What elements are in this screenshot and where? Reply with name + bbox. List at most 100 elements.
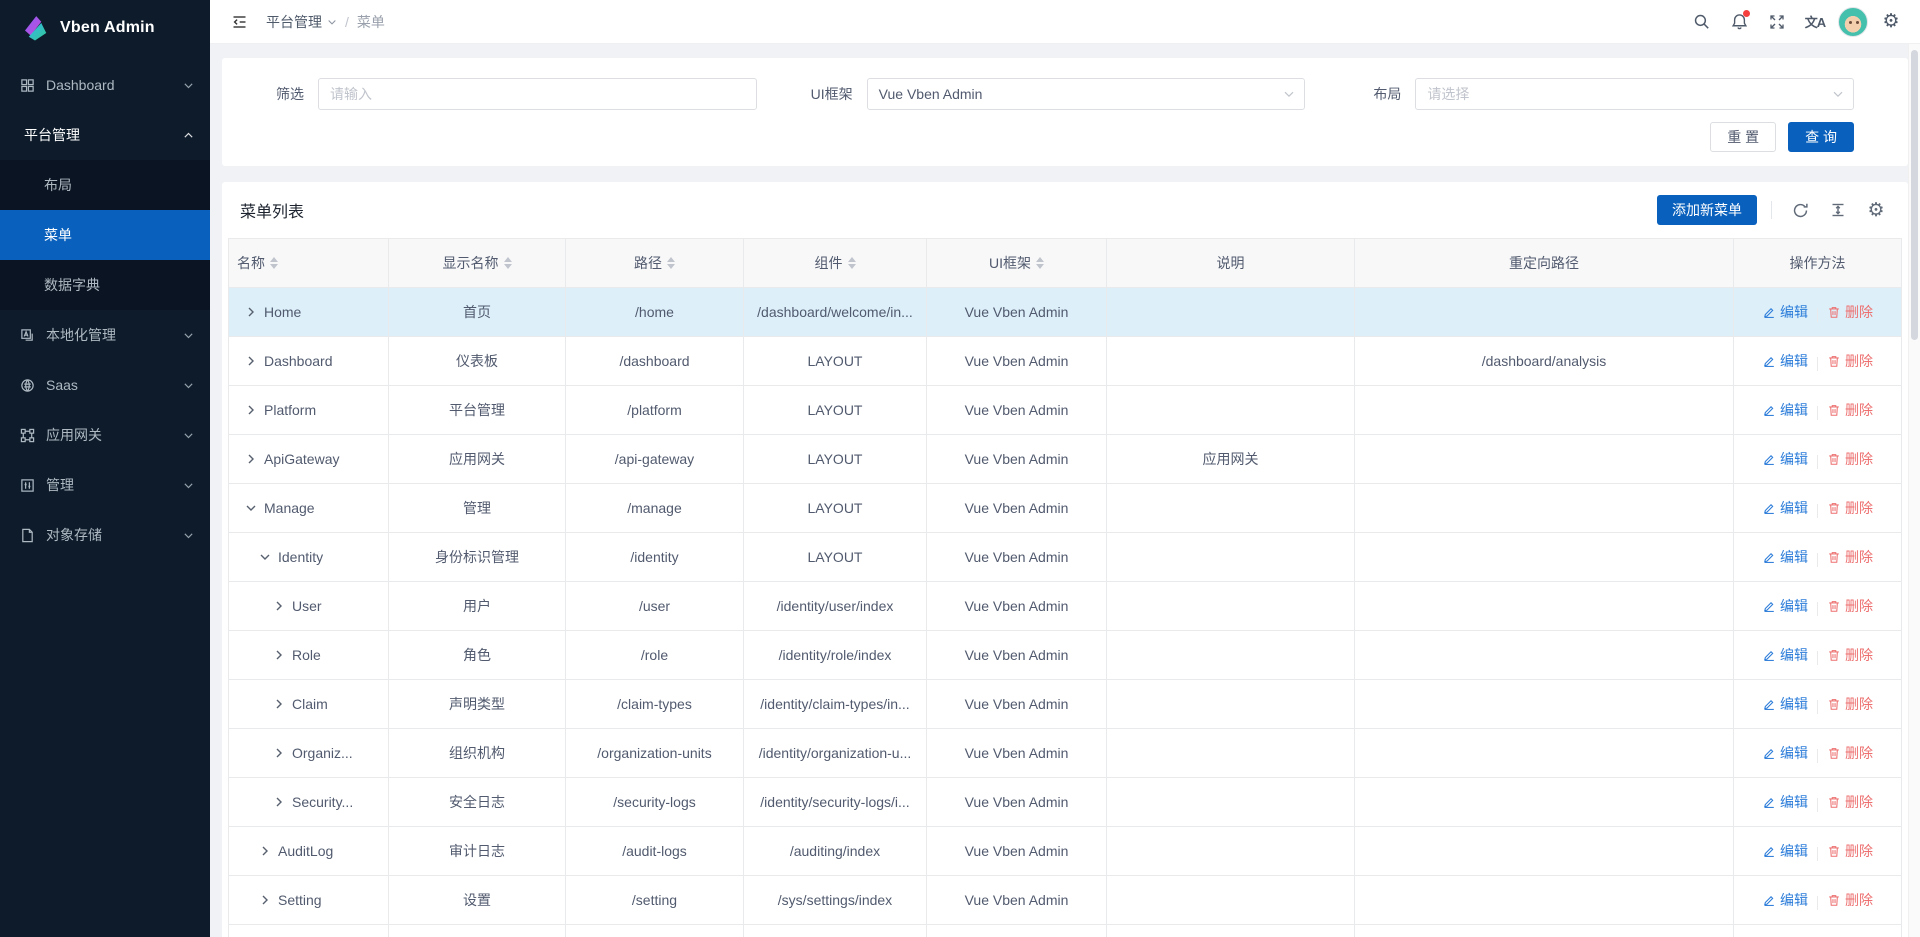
column-header-4[interactable]: UI框架 bbox=[927, 239, 1107, 288]
notification-icon[interactable] bbox=[1722, 5, 1756, 39]
query-button[interactable]: 查 询 bbox=[1788, 122, 1854, 152]
table-row[interactable]: Security...安全日志/security-logs/identity/s… bbox=[229, 778, 1902, 827]
expand-right-icon[interactable] bbox=[273, 747, 285, 759]
column-header-1[interactable]: 显示名称 bbox=[389, 239, 566, 288]
menu-table-card: 菜单列表 添加新菜单 ⚙ bbox=[222, 182, 1908, 937]
sidebar-item-menu[interactable]: 菜单 bbox=[0, 210, 210, 260]
table-row[interactable]: ApiGateway应用网关/api-gatewayLAYOUTVue Vben… bbox=[229, 435, 1902, 484]
cell-name: ApiGateway bbox=[229, 435, 389, 484]
column-header-3[interactable]: 组件 bbox=[744, 239, 927, 288]
delete-button[interactable]: 删除 bbox=[1827, 547, 1873, 567]
edit-button[interactable]: 编辑 bbox=[1762, 890, 1808, 910]
filter-input[interactable] bbox=[318, 78, 757, 110]
edit-button[interactable]: 编辑 bbox=[1762, 498, 1808, 518]
edit-button[interactable]: 编辑 bbox=[1762, 547, 1808, 567]
delete-button[interactable]: 删除 bbox=[1827, 400, 1873, 420]
framework-select[interactable]: Vue Vben Admin bbox=[867, 78, 1306, 110]
row-height-icon[interactable] bbox=[1824, 196, 1852, 224]
expand-right-icon[interactable] bbox=[259, 845, 271, 857]
edit-button[interactable]: 编辑 bbox=[1762, 449, 1808, 469]
expand-right-icon[interactable] bbox=[245, 453, 257, 465]
sidebar-item-storage[interactable]: 对象存储 bbox=[0, 510, 210, 560]
sidebar-item-manage[interactable]: 管理 bbox=[0, 460, 210, 510]
delete-button[interactable]: 删除 bbox=[1827, 890, 1873, 910]
edit-button[interactable]: 编辑 bbox=[1762, 351, 1808, 371]
edit-button[interactable]: 编辑 bbox=[1762, 841, 1808, 861]
sort-icon[interactable] bbox=[1036, 257, 1044, 269]
scrollbar-thumb[interactable] bbox=[1911, 50, 1918, 340]
edit-button[interactable]: 编辑 bbox=[1762, 645, 1808, 665]
edit-button[interactable]: 编辑 bbox=[1762, 302, 1808, 322]
fullscreen-icon[interactable] bbox=[1760, 5, 1794, 39]
sidebar-item-label: 平台管理 bbox=[24, 125, 175, 145]
collapse-sidebar-icon[interactable] bbox=[224, 7, 254, 37]
refresh-icon[interactable] bbox=[1786, 196, 1814, 224]
table-row[interactable]: Role角色/role/identity/role/indexVue Vben … bbox=[229, 631, 1902, 680]
expand-down-icon[interactable] bbox=[259, 551, 271, 563]
expand-down-icon[interactable] bbox=[245, 502, 257, 514]
column-header-2[interactable]: 路径 bbox=[566, 239, 744, 288]
edit-button[interactable]: 编辑 bbox=[1762, 694, 1808, 714]
delete-button[interactable]: 删除 bbox=[1827, 792, 1873, 812]
edit-button[interactable]: 编辑 bbox=[1762, 792, 1808, 812]
expand-right-icon[interactable] bbox=[273, 649, 285, 661]
table-settings-gear-icon[interactable]: ⚙ bbox=[1862, 196, 1890, 224]
table-row[interactable]: Organiz...组织机构/organization-units/identi… bbox=[229, 729, 1902, 778]
delete-button[interactable]: 删除 bbox=[1827, 596, 1873, 616]
add-menu-button[interactable]: 添加新菜单 bbox=[1657, 195, 1757, 225]
sort-icon[interactable] bbox=[504, 257, 512, 269]
sort-icon[interactable] bbox=[667, 257, 675, 269]
app-logo[interactable]: Vben Admin bbox=[0, 0, 210, 56]
table-row[interactable]: AuditLog审计日志/audit-logs/auditing/indexVu… bbox=[229, 827, 1902, 876]
sidebar-item-saas[interactable]: Saas bbox=[0, 360, 210, 410]
edit-button[interactable]: 编辑 bbox=[1762, 743, 1808, 763]
reset-button[interactable]: 重 置 bbox=[1710, 122, 1776, 152]
delete-button[interactable]: 删除 bbox=[1827, 449, 1873, 469]
settings-gear-icon[interactable]: ⚙ bbox=[1874, 5, 1908, 39]
avatar[interactable] bbox=[1836, 5, 1870, 39]
delete-button[interactable]: 删除 bbox=[1827, 743, 1873, 763]
sidebar-item-layout[interactable]: 布局 bbox=[0, 160, 210, 210]
expand-right-icon[interactable] bbox=[245, 404, 257, 416]
table-row[interactable]: Home首页/home/dashboard/welcome/in...Vue V… bbox=[229, 288, 1902, 337]
sort-icon[interactable] bbox=[848, 257, 856, 269]
cell-redirect bbox=[1355, 827, 1734, 876]
table-row[interactable]: Dashboard仪表板/dashboardLAYOUTVue Vben Adm… bbox=[229, 337, 1902, 386]
cell-actions: 编辑删除 bbox=[1734, 876, 1902, 925]
column-header-0[interactable]: 名称 bbox=[229, 239, 389, 288]
breadcrumb-parent[interactable]: 平台管理 bbox=[266, 12, 337, 32]
delete-button[interactable]: 删除 bbox=[1827, 645, 1873, 665]
table-row[interactable]: Setting设置/setting/sys/settings/indexVue … bbox=[229, 876, 1902, 925]
cell-display-name: 应用网关 bbox=[389, 435, 566, 484]
delete-button[interactable]: 删除 bbox=[1827, 498, 1873, 518]
expand-right-icon[interactable] bbox=[259, 894, 271, 906]
edit-button[interactable]: 编辑 bbox=[1762, 596, 1808, 616]
search-icon[interactable] bbox=[1684, 5, 1718, 39]
table-row[interactable]: Identity身份标识管理/identityLAYOUTVue Vben Ad… bbox=[229, 533, 1902, 582]
table-row[interactable]: User用户/user/identity/user/indexVue Vben … bbox=[229, 582, 1902, 631]
delete-button[interactable]: 删除 bbox=[1827, 694, 1873, 714]
cell-redirect bbox=[1355, 631, 1734, 680]
action-divider bbox=[1817, 749, 1818, 763]
delete-button[interactable]: 删除 bbox=[1827, 351, 1873, 371]
sidebar-item-dictionary[interactable]: 数据字典 bbox=[0, 260, 210, 310]
expand-right-icon[interactable] bbox=[273, 600, 285, 612]
expand-right-icon[interactable] bbox=[245, 355, 257, 367]
expand-right-icon[interactable] bbox=[273, 698, 285, 710]
table-row[interactable]: Claim声明类型/claim-types/identity/claim-typ… bbox=[229, 680, 1902, 729]
sidebar-item-platform[interactable]: 平台管理 bbox=[0, 110, 210, 160]
table-row[interactable]: Platform平台管理/platformLAYOUTVue Vben Admi… bbox=[229, 386, 1902, 435]
edit-button[interactable]: 编辑 bbox=[1762, 400, 1808, 420]
expand-right-icon[interactable] bbox=[245, 306, 257, 318]
sort-icon[interactable] bbox=[270, 257, 278, 269]
layout-select[interactable]: 请选择 bbox=[1415, 78, 1854, 110]
sidebar-item-gateway[interactable]: 应用网关 bbox=[0, 410, 210, 460]
table-row[interactable]: Manage管理/manageLAYOUTVue Vben Admin编辑删除 bbox=[229, 484, 1902, 533]
translate-icon[interactable]: 文A bbox=[1798, 5, 1832, 39]
sidebar-item-localization[interactable]: 本地化管理 bbox=[0, 310, 210, 360]
expand-right-icon[interactable] bbox=[273, 796, 285, 808]
delete-button[interactable]: 删除 bbox=[1827, 841, 1873, 861]
delete-button[interactable]: 删除 bbox=[1827, 302, 1873, 322]
sidebar-item-dashboard[interactable]: Dashboard bbox=[0, 60, 210, 110]
action-divider bbox=[1817, 602, 1818, 616]
